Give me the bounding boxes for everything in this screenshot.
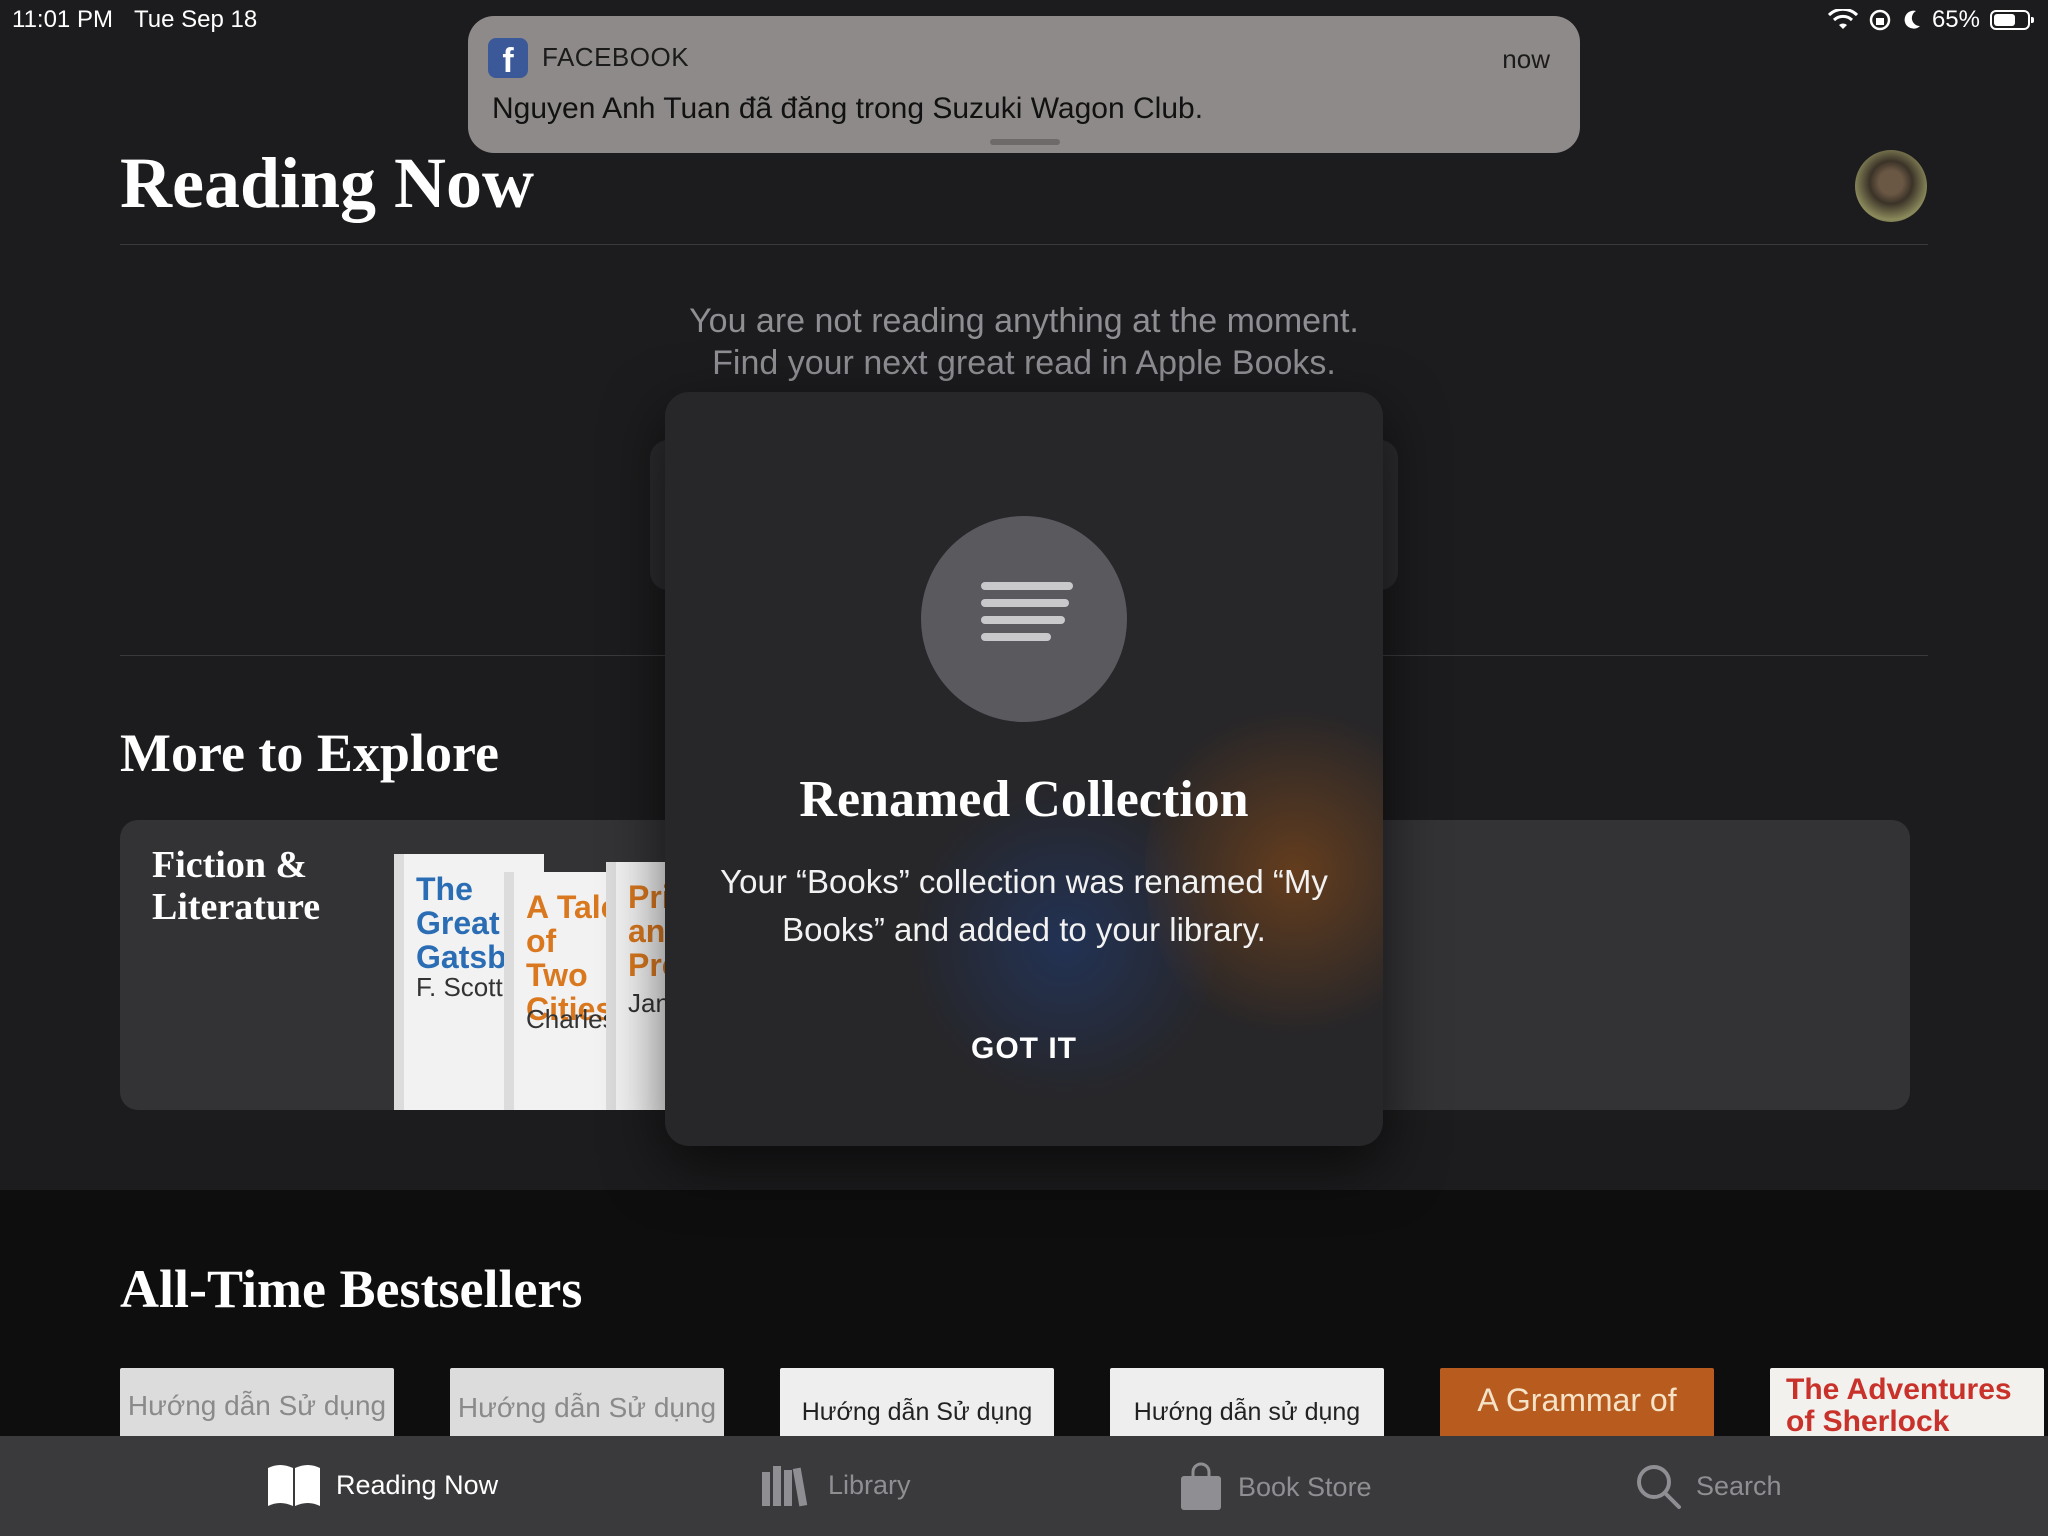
dialog-title: Renamed Collection (799, 771, 1249, 828)
dialog-body: Your “Books” collection was renamed “My … (720, 863, 1328, 948)
shopping-bag-icon (1181, 1462, 1221, 1510)
tab-library[interactable]: Library (760, 1462, 911, 1508)
book-title: The Adventures of Sherlock (1786, 1373, 2012, 1438)
line (981, 582, 1073, 590)
book-title: A Grammar of (1477, 1382, 1677, 1418)
book-title: Hướng dẫn Sử dụng (457, 1392, 717, 1423)
battery-icon (1990, 10, 2034, 30)
renamed-collection-dialog: Renamed Collection Your “Books” collecti… (665, 392, 1383, 1146)
avatar[interactable] (1855, 150, 1927, 222)
page-title: Reading Now (120, 143, 535, 223)
book-title: Hướng dẫn Sử dụng (127, 1390, 387, 1421)
collection-lines-icon (921, 516, 1127, 722)
library-icon (762, 1466, 808, 1507)
battery-percent: 65% (1931, 6, 1980, 33)
empty-message-line2: Find your next great read in Apple Books… (712, 344, 1336, 382)
tab-search[interactable]: Search (1634, 1462, 1782, 1510)
section-title-bestsellers: All-Time Bestsellers (120, 1259, 583, 1319)
tab-label: Search (1696, 1470, 1782, 1501)
tab-label: Reading Now (336, 1469, 499, 1500)
divider (120, 244, 1928, 245)
bestseller-book[interactable]: Hướng dẫn Sử dụng (120, 1368, 394, 1438)
book-author: Charles (526, 1004, 616, 1034)
wifi-icon (1827, 9, 1858, 29)
tab-label: Library (828, 1469, 911, 1500)
line (981, 633, 1051, 641)
bestseller-book[interactable]: Hướng dẫn sử dụng (1110, 1368, 1384, 1438)
book-open-icon (268, 1465, 320, 1506)
status-right: 65% (1827, 6, 2034, 34)
empty-message-line1: You are not reading anything at the mome… (689, 302, 1359, 340)
bestseller-book[interactable]: A Grammar of (1440, 1368, 1714, 1438)
book-author: F. Scott (416, 972, 503, 1002)
tab-reading-now[interactable]: Reading Now (266, 1462, 498, 1508)
notification-banner[interactable]: f FACEBOOK now Nguyen Anh Tuan đã đăng t… (468, 16, 1580, 153)
battery-fill (1994, 14, 2015, 26)
lines-glyph (981, 582, 1073, 650)
facebook-icon: f (488, 38, 528, 78)
book-author: Jane (628, 988, 666, 1018)
book-title: Hướng dẫn Sử dụng (801, 1398, 1033, 1426)
explore-card-label: Fiction & Literature (152, 844, 321, 928)
notification-time: now (1502, 44, 1550, 74)
notification-message: Nguyen Anh Tuan đã đăng trong Suzuki Wag… (492, 92, 1204, 125)
tab-label: Book Store (1238, 1471, 1372, 1502)
status-time: 11:01 PM (12, 6, 113, 33)
book-title: Pride and Prejudice (628, 879, 666, 983)
notification-app: FACEBOOK (542, 42, 690, 72)
line (981, 616, 1065, 624)
notification-grabber[interactable] (990, 139, 1060, 145)
bestseller-book[interactable]: The Adventures of Sherlock (1770, 1368, 2044, 1438)
bestseller-book[interactable]: Hướng dẫn Sử dụng (450, 1368, 724, 1438)
status-date: Tue Sep 18 (134, 6, 258, 33)
orientation-lock-icon (1869, 9, 1891, 31)
empty-reading-message: You are not reading anything at the mome… (0, 300, 2048, 384)
moon-icon (1904, 10, 1920, 29)
book-title: Hướng dẫn sử dụng (1133, 1398, 1361, 1426)
got-it-button[interactable]: GOT IT (665, 1032, 1383, 1066)
tab-bar: Reading Now Library Book Store Search (0, 1436, 2048, 1536)
tab-book-store[interactable]: Book Store (1178, 1462, 1372, 1512)
book-cover: Pride and Prejudice Jane (606, 862, 666, 1110)
line (981, 599, 1069, 607)
section-title-explore: More to Explore (120, 723, 499, 783)
search-icon (1637, 1465, 1681, 1509)
bestseller-book[interactable]: Hướng dẫn Sử dụng (780, 1368, 1054, 1438)
